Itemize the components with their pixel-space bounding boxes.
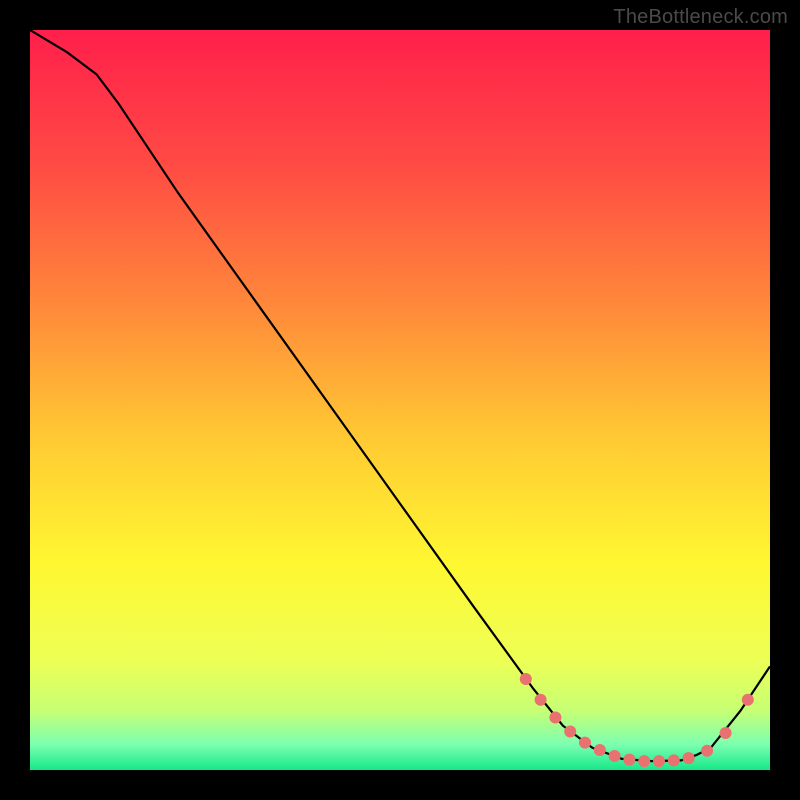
marker-dot: [579, 737, 591, 749]
marker-dot: [609, 750, 621, 762]
marker-dot: [594, 744, 606, 756]
marker-dot: [701, 745, 713, 757]
watermark-text: TheBottleneck.com: [613, 6, 788, 29]
marker-dot: [683, 752, 695, 764]
marker-dot: [638, 755, 650, 767]
marker-dot: [520, 673, 532, 685]
gradient-background: [30, 30, 770, 770]
marker-dot: [668, 754, 680, 766]
chart-frame: TheBottleneck.com: [0, 0, 800, 800]
bottleneck-chart: [30, 30, 770, 770]
marker-dot: [623, 754, 635, 766]
marker-dot: [549, 711, 561, 723]
marker-dot: [653, 755, 665, 767]
marker-dot: [720, 727, 732, 739]
marker-dot: [742, 694, 754, 706]
marker-dot: [535, 694, 547, 706]
marker-dot: [564, 726, 576, 738]
